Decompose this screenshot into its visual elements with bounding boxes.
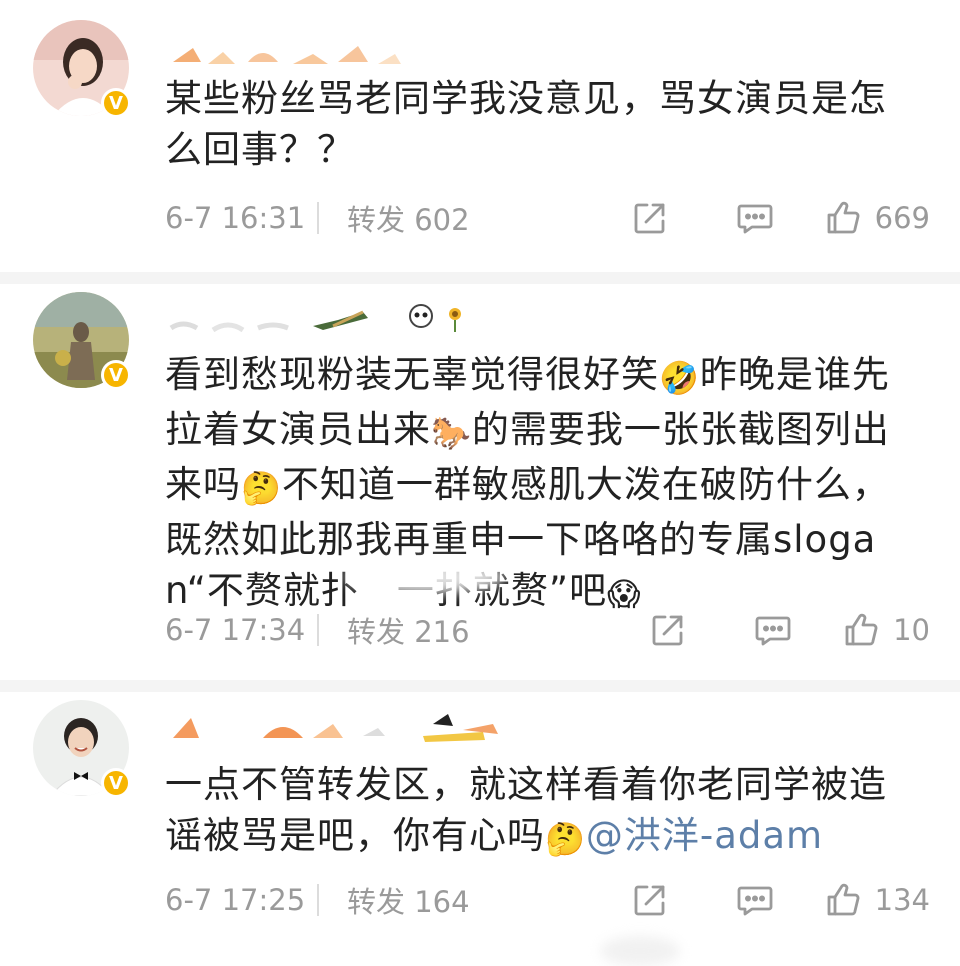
forward-count[interactable]: 转发 216: [347, 609, 638, 651]
thumbs-up-icon: [827, 883, 860, 916]
forward-count[interactable]: 转发 602: [347, 197, 620, 239]
forward-count[interactable]: 转发 164: [347, 879, 620, 921]
post-divider: [0, 272, 960, 284]
bottom-smudge: [600, 936, 680, 966]
like-count: 134: [874, 883, 930, 917]
watermark-smudge: [345, 560, 505, 594]
avatar[interactable]: V: [33, 20, 131, 118]
post-text: 看到愁现粉装无辜觉得很好笑🤣昨晚是谁先拉着女演员出来🐎的需要我一张张截图列出来吗…: [165, 349, 900, 620]
share-button[interactable]: [620, 200, 680, 236]
username-redacted[interactable]: [163, 298, 483, 336]
like-count: 669: [874, 201, 930, 235]
post-text-part: 看到愁现粉装无辜觉得很好笑: [165, 353, 659, 396]
post-meta: 6-7 16:31 转发 602 669: [165, 198, 930, 238]
like-count: 10: [893, 613, 930, 647]
post-meta: 6-7 17:25 转发 164 134: [165, 880, 930, 920]
rofl-emoji: 🤣: [659, 359, 700, 397]
comment-button[interactable]: [743, 612, 803, 648]
share-icon: [652, 615, 683, 646]
comment-icon: [737, 886, 773, 916]
username-redacted[interactable]: [163, 706, 503, 744]
thinking-emoji: 🤔: [545, 820, 586, 858]
avatar[interactable]: V: [33, 700, 131, 798]
comment-button[interactable]: [725, 882, 785, 918]
share-button[interactable]: [638, 612, 698, 648]
like-button[interactable]: 10: [843, 612, 930, 648]
post-meta: 6-7 17:34 转发 216 10: [165, 610, 930, 650]
share-button[interactable]: [620, 882, 680, 918]
post-time: 6-7 16:31: [165, 201, 306, 235]
thumbs-up-icon: [827, 201, 860, 234]
thinking-emoji: 🤔: [241, 469, 282, 507]
horse-emoji: 🐎: [431, 414, 472, 452]
post-time: 6-7 17:34: [165, 613, 306, 647]
divider-line: [317, 884, 319, 916]
comment-icon: [755, 616, 791, 646]
thumbs-up-icon: [845, 613, 878, 646]
comment-icon: [737, 204, 773, 234]
post-text: 某些粉丝骂老同学我没意见，骂女演员是怎么回事？？: [165, 77, 887, 171]
mention-link[interactable]: @洪洋-adam: [586, 814, 823, 857]
comment-button[interactable]: [725, 200, 785, 236]
share-icon: [634, 203, 665, 234]
verified-badge-icon: V: [101, 88, 131, 118]
avatar[interactable]: V: [33, 292, 131, 390]
post-divider: [0, 680, 960, 692]
verified-badge-icon: V: [101, 360, 131, 390]
share-icon: [634, 885, 665, 916]
verified-badge-icon: V: [101, 768, 131, 798]
divider-line: [317, 614, 319, 646]
post-time: 6-7 17:25: [165, 883, 306, 917]
username-redacted[interactable]: [163, 32, 403, 70]
divider-line: [317, 202, 319, 234]
post-text: 一点不管转发区，就这样看着你老同学被造谣被骂是吧，你有心吗🤔@洪洋-adam: [165, 759, 910, 865]
like-button[interactable]: 134: [825, 882, 930, 918]
like-button[interactable]: 669: [825, 200, 930, 236]
